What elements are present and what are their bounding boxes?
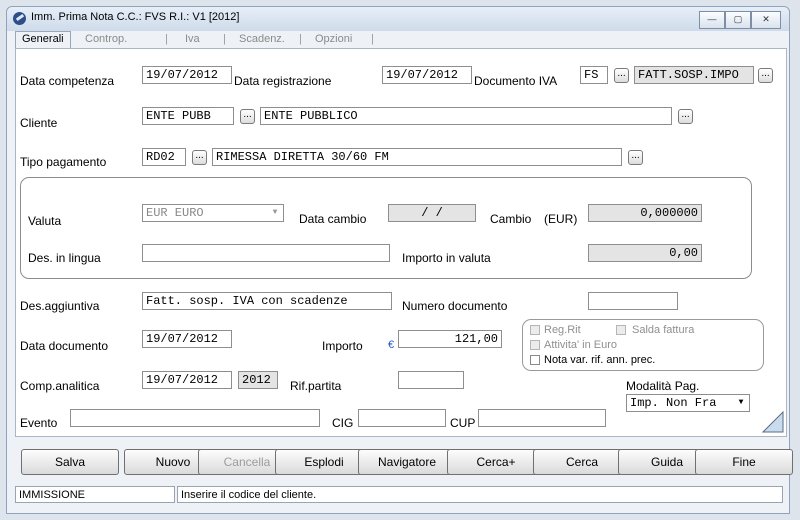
label-cambio: Cambio xyxy=(490,212,532,226)
chevron-down-icon: ▼ xyxy=(272,208,278,217)
tipo-pagamento-lookup-button[interactable]: ... xyxy=(192,150,207,165)
chevron-down-icon: ▼ xyxy=(738,398,744,407)
label-cup: CUP xyxy=(450,416,476,430)
label-cig: CIG xyxy=(332,416,354,430)
label-cliente: Cliente xyxy=(20,116,58,130)
numero-documento-field[interactable] xyxy=(588,292,678,310)
label-tipo-pagamento: Tipo pagamento xyxy=(20,155,107,169)
cliente-lookup-button[interactable]: ... xyxy=(240,109,255,124)
reg-rit-label: Reg.Rit xyxy=(544,324,581,336)
main-window: Imm. Prima Nota C.C.: FVS R.I.: V1 [2012… xyxy=(6,6,793,514)
fine-button[interactable]: Fine xyxy=(695,449,793,475)
label-modalita-pag: Modalità Pag. xyxy=(626,379,700,393)
tab-scadenz[interactable]: Scadenz. xyxy=(239,33,285,45)
resize-corner-icon[interactable] xyxy=(762,411,784,433)
status-mode: IMMISSIONE xyxy=(15,486,175,503)
comp-analitica-year: 2012 xyxy=(238,371,278,389)
label-data-documento: Data documento xyxy=(20,339,109,353)
cerca-plus-button[interactable]: Cerca+ xyxy=(447,449,545,475)
cliente-desc-button[interactable]: ... xyxy=(678,109,693,124)
valuta-group xyxy=(20,177,752,279)
des-aggiuntiva-field[interactable]: Fatt. sosp. IVA con scadenze xyxy=(142,292,392,310)
tab-separator: | xyxy=(371,33,374,45)
data-cambio-field[interactable]: / / xyxy=(388,204,476,222)
cig-field[interactable] xyxy=(358,409,446,427)
documento-iva-lookup-button[interactable]: ... xyxy=(614,68,629,83)
rif-partita-field[interactable] xyxy=(398,371,464,389)
tab-separator: | xyxy=(299,33,302,45)
valuta-select[interactable]: EUR EURO ▼ xyxy=(142,204,284,222)
documento-iva-desc-button[interactable]: ... xyxy=(758,68,773,83)
tab-generali[interactable]: Generali xyxy=(15,31,71,49)
label-rif-partita: Rif.partita xyxy=(290,379,342,393)
nota-var-label: Nota var. rif. ann. prec. xyxy=(544,354,656,366)
label-importo: Importo xyxy=(322,339,363,353)
close-button[interactable]: ✕ xyxy=(751,11,781,29)
nota-var-checkbox[interactable] xyxy=(530,355,540,365)
label-des-lingua: Des. in lingua xyxy=(28,251,101,265)
reg-rit-checkbox[interactable] xyxy=(530,325,540,335)
documento-iva-desc: FATT.SOSP.IMPO xyxy=(634,66,754,84)
documento-iva-code[interactable]: FS xyxy=(580,66,608,84)
label-numero-documento: Numero documento xyxy=(402,299,508,313)
data-documento-field[interactable]: 19/07/2012 xyxy=(142,330,232,348)
button-bar: Salva Nuovo Cancella Esplodi Navigatore … xyxy=(15,439,793,487)
tab-opzioni[interactable]: Opzioni xyxy=(315,33,352,45)
salda-fattura-checkbox[interactable] xyxy=(616,325,626,335)
label-comp-analitica: Comp.analitica xyxy=(20,379,100,393)
minimize-button[interactable]: — xyxy=(699,11,725,29)
cerca-button[interactable]: Cerca xyxy=(533,449,631,475)
importo-valuta-field[interactable]: 0,00 xyxy=(588,244,702,262)
cambio-field[interactable]: 0,000000 xyxy=(588,204,702,222)
label-data-registrazione: Data registrazione xyxy=(234,74,332,88)
salva-button[interactable]: Salva xyxy=(21,449,119,475)
modalita-pag-select[interactable]: Imp. Non Fra ▼ xyxy=(626,394,750,412)
tipo-pagamento-code-field[interactable]: RD02 xyxy=(142,148,186,166)
label-documento-iva: Documento IVA xyxy=(474,74,558,88)
label-data-cambio: Data cambio xyxy=(299,212,367,226)
data-competenza-field[interactable]: 19/07/2012 xyxy=(142,66,232,84)
tab-iva[interactable]: Iva xyxy=(185,33,200,45)
evento-field[interactable] xyxy=(70,409,320,427)
form-panel: Data competenza 19/07/2012 Data registra… xyxy=(15,48,787,437)
maximize-button[interactable]: ▢ xyxy=(725,11,751,29)
label-cambio-unit: (EUR) xyxy=(544,212,578,226)
cliente-desc-field[interactable]: ENTE PUBBLICO xyxy=(260,107,672,125)
importo-field[interactable]: 121,00 xyxy=(398,330,502,348)
euro-currency-icon: € xyxy=(388,339,395,351)
label-valuta: Valuta xyxy=(28,214,62,228)
data-registrazione-field[interactable]: 19/07/2012 xyxy=(382,66,472,84)
des-lingua-field[interactable] xyxy=(142,244,390,262)
tipo-pagamento-desc-field[interactable]: RIMESSA DIRETTA 30/60 FM xyxy=(212,148,622,166)
attivita-euro-checkbox[interactable] xyxy=(530,340,540,350)
tab-controp[interactable]: Controp. xyxy=(85,33,127,45)
attivita-euro-label: Attivita' in Euro xyxy=(544,339,618,351)
navigatore-button[interactable]: Navigatore xyxy=(358,449,456,475)
window-title: Imm. Prima Nota C.C.: FVS R.I.: V1 [2012… xyxy=(31,11,240,23)
modalita-pag-value: Imp. Non Fra xyxy=(630,396,717,410)
salda-fattura-label: Salda fattura xyxy=(632,324,695,336)
tab-separator: | xyxy=(165,33,168,45)
comp-analitica-field[interactable]: 19/07/2012 xyxy=(142,371,232,389)
label-data-competenza: Data competenza xyxy=(20,74,115,88)
cup-field[interactable] xyxy=(478,409,606,427)
cliente-code-field[interactable]: ENTE PUBB xyxy=(142,107,234,125)
tab-separator: | xyxy=(223,33,226,45)
app-icon xyxy=(13,12,26,25)
tipo-pagamento-desc-button[interactable]: ... xyxy=(628,150,643,165)
label-des-aggiuntiva: Des.aggiuntiva xyxy=(20,299,100,313)
label-evento: Evento xyxy=(20,416,58,430)
title-bar: Imm. Prima Nota C.C.: FVS R.I.: V1 [2012… xyxy=(7,7,789,31)
status-message: Inserire il codice del cliente. xyxy=(177,486,783,503)
valuta-select-value: EUR EURO xyxy=(146,206,204,220)
label-importo-valuta: Importo in valuta xyxy=(402,251,491,265)
